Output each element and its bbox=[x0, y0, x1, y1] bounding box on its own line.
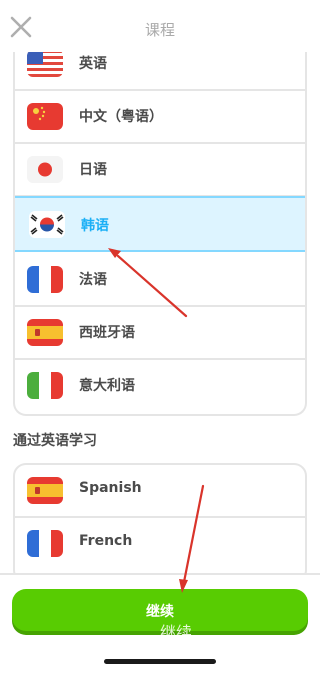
list-item-italian[interactable]: 意大利语 bbox=[15, 360, 305, 413]
continue-label: 继续 bbox=[146, 604, 174, 620]
language-label: 意大利语 bbox=[79, 378, 135, 394]
course-label: French bbox=[79, 533, 133, 549]
list-item-japanese[interactable]: 日语 bbox=[15, 144, 305, 197]
watermark: 继续 bbox=[160, 623, 193, 642]
list-item-spanish[interactable]: 西班牙语 bbox=[15, 307, 305, 360]
header: 课程 bbox=[0, 0, 320, 52]
list-item-french[interactable]: 法语 bbox=[15, 254, 305, 307]
language-label: 法语 bbox=[79, 272, 107, 288]
language-list: 英语 中文（粤语） 日语 韩语 法语 西班牙语 意大利语 bbox=[13, 38, 307, 416]
language-label: 韩语 bbox=[81, 218, 109, 234]
france-flag-icon bbox=[27, 266, 63, 293]
hk-flag-icon bbox=[27, 103, 63, 130]
course-label: Spanish bbox=[79, 480, 142, 496]
page-title: 课程 bbox=[144, 21, 175, 39]
section-title: 通过英语学习 bbox=[13, 433, 97, 449]
language-label: 中文（粤语） bbox=[79, 109, 163, 125]
language-label: 英语 bbox=[79, 56, 107, 72]
france-flag-icon bbox=[27, 530, 63, 557]
language-label: 西班牙语 bbox=[79, 325, 135, 341]
italy-flag-icon bbox=[27, 372, 63, 399]
list-item-korean-selected[interactable]: 韩语 bbox=[15, 196, 305, 252]
us-flag-icon bbox=[27, 50, 63, 77]
list-item-french-course[interactable]: French bbox=[15, 518, 305, 571]
list-item-spanish-course[interactable]: Spanish bbox=[15, 465, 305, 518]
spain-flag-icon bbox=[27, 319, 63, 346]
japan-flag-icon bbox=[27, 156, 63, 183]
korea-flag-icon bbox=[29, 211, 65, 238]
list-item-cantonese[interactable]: 中文（粤语） bbox=[15, 91, 305, 144]
home-indicator bbox=[104, 659, 216, 664]
english-course-list: Spanish French bbox=[13, 463, 307, 583]
spain-flag-icon bbox=[27, 477, 63, 504]
language-label: 日语 bbox=[79, 162, 107, 178]
